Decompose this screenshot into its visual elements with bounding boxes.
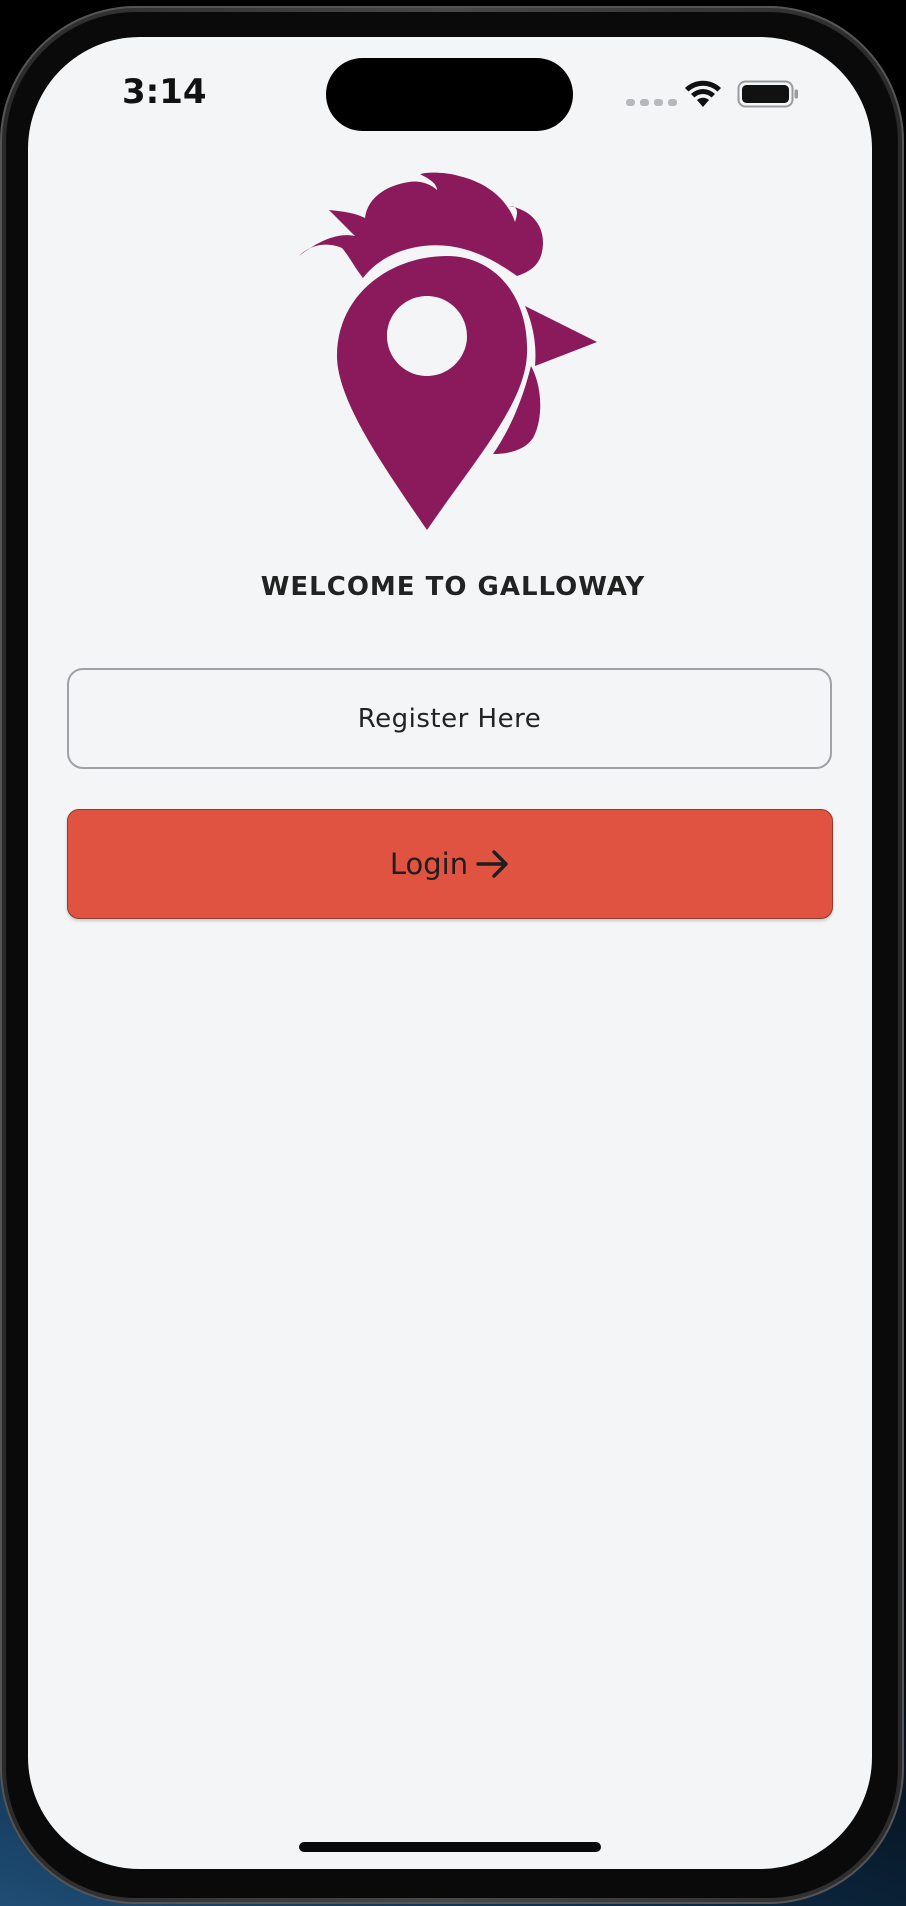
register-button[interactable]: Register Here [67,668,832,769]
login-button-label: Login [389,847,469,881]
wifi-icon [685,80,721,107]
battery-icon [737,80,798,108]
register-button-label: Register Here [357,703,542,734]
home-indicator[interactable] [299,1842,601,1852]
status-time: 3:14 [122,72,207,112]
welcome-title: WELCOME TO GALLOWAY [260,572,646,602]
login-button[interactable]: Login [67,809,833,919]
dynamic-island [326,58,573,131]
rooster-location-pin-icon [299,172,597,530]
arrow-right-icon [476,850,508,878]
cellular-signal-icon [626,99,677,106]
